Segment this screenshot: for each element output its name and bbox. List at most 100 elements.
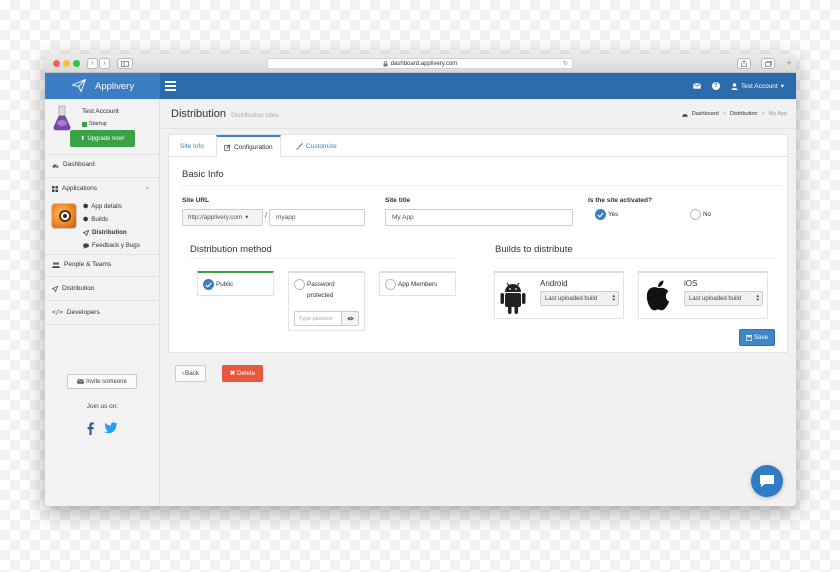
password-option-text: Password protected xyxy=(307,279,335,301)
sidebar-toggle-button[interactable] xyxy=(117,58,133,69)
url-slug-input[interactable]: myapp xyxy=(269,209,365,226)
sidebar-subitem-builds[interactable]: ⬢ Builds xyxy=(83,216,108,223)
sidebar-icon xyxy=(121,60,129,67)
delete-button[interactable]: ✖ Delete xyxy=(222,365,263,382)
sidebar-divider xyxy=(45,177,159,178)
browser-window: ‹ › dashboard.applivery.com ↻ + Appliver… xyxy=(45,54,796,506)
close-window-button[interactable] xyxy=(53,60,60,67)
tab-customize[interactable]: Customize xyxy=(296,135,337,157)
back-nav-button[interactable]: ‹ xyxy=(87,58,98,69)
lock-icon xyxy=(383,60,388,66)
sidebar-subitem-label: Distribution xyxy=(92,229,127,236)
breadcrumb-separator: > xyxy=(722,111,726,117)
invite-someone-button[interactable]: Invite someone xyxy=(67,374,137,389)
android-build-card: Android Last uploaded build ▴ ▾ xyxy=(494,271,624,319)
upgrade-button[interactable]: ⬆ Upgrade now! xyxy=(70,130,135,147)
ios-build-card: iOS Last uploaded build ▴ ▾ xyxy=(638,271,768,319)
sidebar-divider xyxy=(45,300,159,301)
sidebar-item-developers[interactable]: </> Developers xyxy=(52,309,100,316)
site-title-input[interactable]: My App xyxy=(385,209,573,226)
back-label: Back xyxy=(185,370,200,377)
tabs-overview-button[interactable] xyxy=(761,58,775,69)
facebook-icon[interactable] xyxy=(87,422,94,435)
menu-toggle-button[interactable] xyxy=(165,81,176,93)
floppy-disk-icon xyxy=(745,334,752,341)
builds-heading: Builds to distribute xyxy=(495,244,573,255)
edit-icon xyxy=(224,143,231,151)
breadcrumb: Dashboard > Distribution > My App xyxy=(682,111,787,117)
comment-icon xyxy=(83,242,89,249)
url-slash: / xyxy=(265,213,267,220)
new-tab-button[interactable]: + xyxy=(784,58,794,69)
sidebar-item-dashboard[interactable]: Dashboard xyxy=(52,161,95,168)
radio-empty-icon xyxy=(385,279,396,290)
twitter-icon[interactable] xyxy=(104,422,118,434)
section-divider xyxy=(182,185,782,186)
android-icon xyxy=(500,282,526,314)
address-bar[interactable]: dashboard.applivery.com ↻ xyxy=(267,58,573,69)
ios-build-value: Last uploaded build xyxy=(689,295,742,302)
send-icon xyxy=(83,229,89,236)
url-prefix-value: http://applivery.com xyxy=(188,214,243,221)
sidebar-subitem-distribution[interactable]: Distribution xyxy=(83,229,127,236)
sidebar-item-people[interactable]: People & Teams xyxy=(52,261,111,268)
account-menu[interactable]: Test Account ▾ xyxy=(731,82,784,90)
sidebar-item-distribution[interactable]: Distribution xyxy=(52,285,95,292)
sidebar-subitem-label: Feedback y Bugs xyxy=(92,242,140,249)
back-button[interactable]: ‹ Back xyxy=(175,365,206,382)
section-divider xyxy=(495,258,775,259)
breadcrumb-dashboard[interactable]: Dashboard xyxy=(692,111,719,117)
select-arrows-icon: ▴ ▾ xyxy=(756,293,759,303)
activated-yes-option[interactable]: Yes xyxy=(595,209,618,220)
upgrade-label: Upgrade now! xyxy=(87,135,125,142)
caret-down-icon: ▾ xyxy=(780,83,784,90)
breadcrumb-distribution[interactable]: Distribution xyxy=(730,111,758,117)
url-prefix-dropdown[interactable]: http://applivery.com ▾ xyxy=(182,209,263,226)
chat-launcher-button[interactable] xyxy=(751,465,783,497)
mail-icon[interactable] xyxy=(692,83,701,89)
sidebar-subitem-label: Builds xyxy=(91,216,109,223)
delete-label: Delete xyxy=(237,370,256,377)
code-icon: </> xyxy=(52,309,63,316)
android-build-select[interactable]: Last uploaded build ▴ ▾ xyxy=(540,291,619,306)
option-label-line1: Password xyxy=(307,281,335,288)
breadcrumb-separator: > xyxy=(761,111,765,117)
site-activated-label: Is the site activated? xyxy=(588,197,652,204)
forward-nav-button[interactable]: › xyxy=(99,58,110,69)
activated-no-option[interactable]: No xyxy=(690,209,711,220)
ios-build-select[interactable]: Last uploaded build ▴ ▾ xyxy=(684,291,763,306)
sidebar-subitem-app-details[interactable]: ⬢ App details xyxy=(83,203,122,210)
browser-titlebar: ‹ › dashboard.applivery.com ↻ + xyxy=(45,54,796,73)
tabs-icon xyxy=(764,60,772,67)
show-password-button[interactable] xyxy=(341,311,359,326)
eye-icon xyxy=(346,316,354,321)
chevron-down-icon[interactable]: ⌄ xyxy=(145,184,150,191)
sidebar-subitem-feedback[interactable]: Feedback y Bugs xyxy=(83,242,140,249)
minimize-window-button[interactable] xyxy=(63,60,70,67)
method-public-option[interactable]: Public xyxy=(197,271,274,296)
password-input[interactable]: Type passwor xyxy=(294,311,342,326)
url-text: dashboard.applivery.com xyxy=(390,60,458,67)
zoom-window-button[interactable] xyxy=(73,60,80,67)
method-password-option[interactable]: Password protected Type passwor xyxy=(288,271,365,331)
save-button[interactable]: Save xyxy=(739,329,775,346)
site-url-label: Site URL xyxy=(182,197,210,204)
brand-logo[interactable]: Applivery xyxy=(45,73,160,99)
option-label: Yes xyxy=(608,211,619,218)
save-label: Save xyxy=(753,334,769,341)
help-icon[interactable]: ? xyxy=(711,82,720,90)
android-label: Android xyxy=(540,279,568,288)
tab-configuration[interactable]: Configuration xyxy=(216,135,281,158)
reload-icon[interactable]: ↻ xyxy=(563,60,568,67)
tab-bar: Site Info Configuration Customize xyxy=(169,135,787,158)
method-app-members-option[interactable]: App Members xyxy=(379,271,456,296)
share-button[interactable] xyxy=(737,58,751,69)
app-icon[interactable] xyxy=(51,203,77,229)
tab-site-info[interactable]: Site Info xyxy=(180,135,204,157)
option-label: App Members xyxy=(398,281,438,288)
sidebar-item-applications[interactable]: Applications xyxy=(52,185,97,192)
tab-label: Site Info xyxy=(180,142,204,150)
chevron-left-icon: ‹ xyxy=(181,370,185,377)
dashboard-icon xyxy=(52,164,59,167)
distribution-panel: Site Info Configuration Customize Basic … xyxy=(168,134,788,353)
